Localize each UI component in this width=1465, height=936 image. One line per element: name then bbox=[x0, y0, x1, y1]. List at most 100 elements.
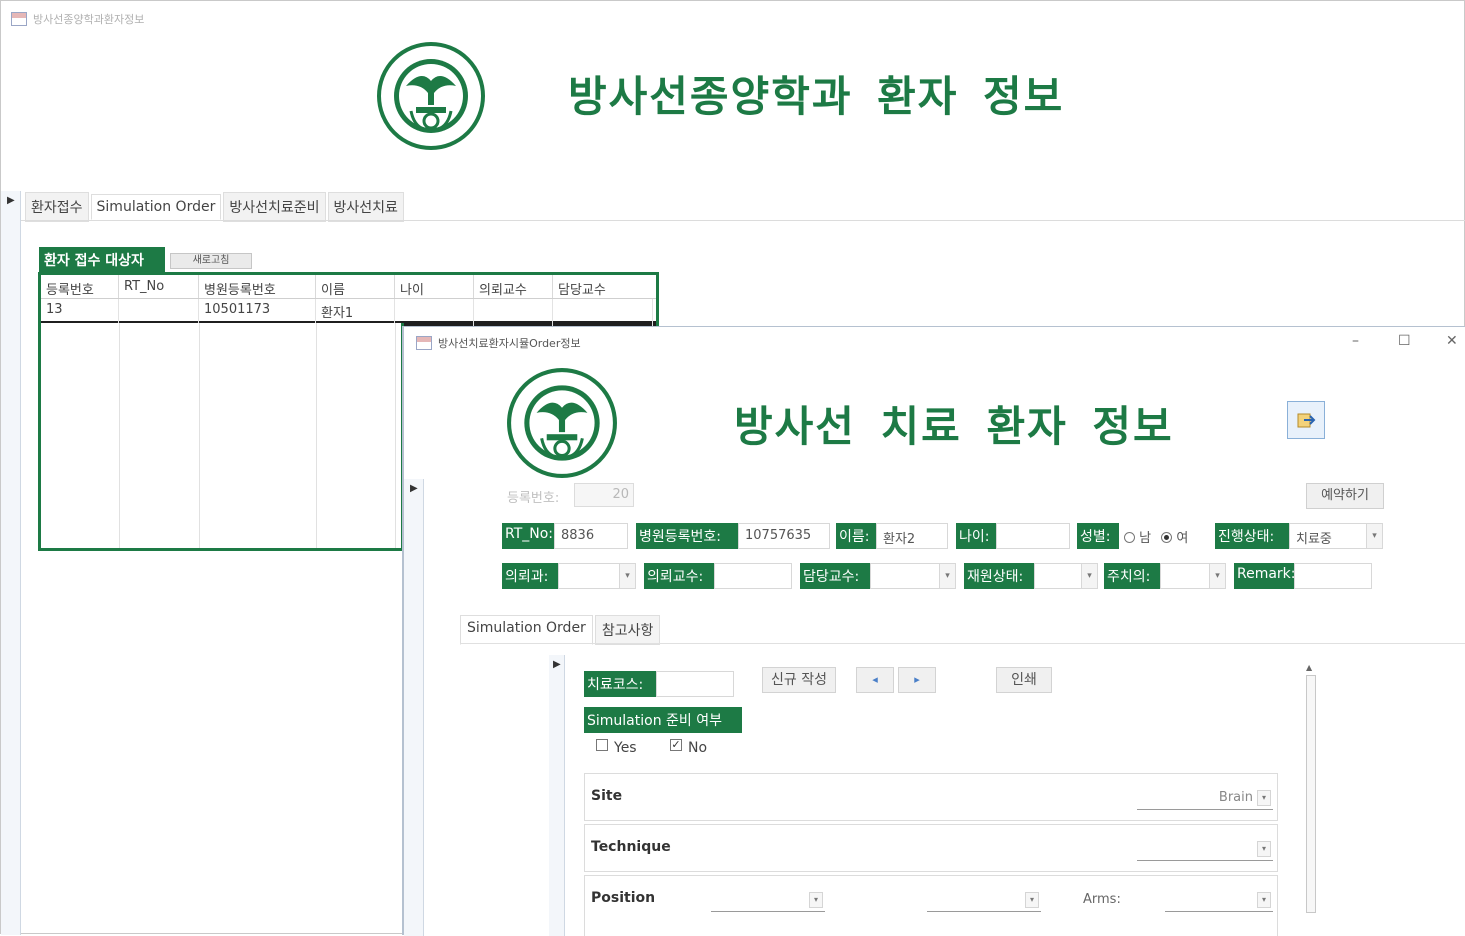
chevron-down-icon[interactable]: ▾ bbox=[939, 564, 955, 588]
table-cell bbox=[395, 299, 474, 321]
export-button[interactable] bbox=[1287, 401, 1325, 439]
chevron-down-icon[interactable]: ▾ bbox=[1257, 841, 1271, 857]
no-checkbox[interactable]: ✓ bbox=[670, 739, 682, 751]
tab-divider bbox=[460, 643, 1465, 644]
order-tabs: Simulation Order 참고사항 bbox=[460, 615, 662, 645]
att-prof-select[interactable]: ▾ bbox=[870, 563, 956, 589]
col-header[interactable]: 의뢰교수 bbox=[474, 275, 553, 298]
refresh-button[interactable]: 새로고침 bbox=[170, 253, 252, 269]
col-header[interactable]: 등록번호 bbox=[41, 275, 119, 298]
position-label: Position bbox=[591, 890, 656, 906]
doctor-label: 주치의: bbox=[1104, 563, 1160, 589]
yes-checkbox[interactable] bbox=[596, 739, 608, 751]
tab-notes[interactable]: 참고사항 bbox=[594, 615, 661, 645]
sex-male-label: 남 bbox=[1139, 531, 1152, 546]
record-selector-strip[interactable]: ▶ bbox=[1, 191, 21, 935]
close-icon[interactable]: ✕ bbox=[1446, 333, 1458, 349]
reserve-button[interactable]: 예약하기 bbox=[1306, 483, 1384, 509]
att-prof-label: 담당교수: bbox=[800, 563, 870, 589]
table-cell bbox=[474, 299, 553, 321]
position-select-2[interactable]: ▾ bbox=[927, 888, 1041, 912]
chevron-down-icon[interactable]: ▾ bbox=[1209, 564, 1225, 588]
col-header[interactable]: 담당교수 bbox=[553, 275, 653, 298]
next-record-icon[interactable]: ▸ bbox=[898, 667, 936, 693]
hospital-logo bbox=[376, 41, 486, 151]
ref-prof-field[interactable] bbox=[714, 563, 792, 589]
hosp-no-label: 병원등록번호: bbox=[636, 523, 738, 549]
table-row[interactable]: 13 10501173 환자1 bbox=[41, 299, 656, 321]
table-cell bbox=[119, 299, 199, 321]
ref-prof-label: 의뢰교수: bbox=[644, 563, 714, 589]
main-tabs: 환자접수 Simulation Order 방사선치료준비 방사선치료 bbox=[25, 192, 406, 222]
status-select[interactable]: 치료중 ▾ bbox=[1289, 523, 1383, 549]
sim-ready-label: Simulation 준비 여부 bbox=[584, 707, 742, 733]
arms-select[interactable]: ▾ bbox=[1165, 888, 1273, 912]
technique-row: Technique ▾ bbox=[584, 824, 1278, 872]
col-header[interactable]: RT_No bbox=[119, 275, 199, 298]
record-pointer-icon: ▶ bbox=[553, 659, 561, 670]
technique-select[interactable]: ▾ bbox=[1137, 837, 1273, 861]
doctor-select[interactable]: ▾ bbox=[1160, 563, 1226, 589]
tab-simulation-order[interactable]: Simulation Order bbox=[460, 615, 593, 645]
main-title: 방사선종양학과 환자 정보 bbox=[568, 72, 1065, 121]
chevron-down-icon[interactable]: ▾ bbox=[1366, 524, 1382, 548]
arms-label: Arms: bbox=[1083, 892, 1121, 907]
export-icon bbox=[1297, 413, 1316, 428]
yes-label: Yes bbox=[614, 740, 637, 756]
access-form-icon bbox=[416, 336, 432, 350]
vertical-scrollbar[interactable]: ▲ bbox=[1304, 663, 1316, 921]
minimize-icon[interactable]: – bbox=[1352, 333, 1359, 349]
col-header[interactable]: 이름 bbox=[316, 275, 395, 298]
no-label: No bbox=[688, 740, 708, 756]
print-button[interactable]: 인쇄 bbox=[996, 667, 1052, 693]
chevron-down-icon[interactable]: ▾ bbox=[1257, 892, 1271, 908]
reg-no-field[interactable]: 20 bbox=[574, 483, 634, 507]
new-order-button[interactable]: 신규 작성 bbox=[762, 667, 836, 693]
record-selector-strip[interactable]: ▶ bbox=[404, 479, 424, 936]
popup-title: 방사선치료환자시뮬Order정보 bbox=[438, 337, 581, 350]
scroll-up-icon[interactable]: ▲ bbox=[1306, 663, 1312, 672]
tab-divider bbox=[21, 220, 1465, 221]
course-field[interactable] bbox=[656, 671, 734, 697]
chevron-down-icon[interactable]: ▾ bbox=[809, 892, 823, 908]
maximize-icon[interactable]: ☐ bbox=[1398, 333, 1411, 349]
age-label: 나이: bbox=[956, 523, 996, 549]
col-header[interactable]: 나이 bbox=[395, 275, 474, 298]
chevron-down-icon[interactable]: ▾ bbox=[619, 564, 635, 588]
tab-reception[interactable]: 환자접수 bbox=[25, 192, 89, 222]
chevron-down-icon[interactable]: ▾ bbox=[1257, 790, 1271, 806]
age-field[interactable] bbox=[996, 523, 1070, 549]
chevron-down-icon[interactable]: ▾ bbox=[1081, 564, 1097, 588]
hosp-no-field[interactable]: 10757635 bbox=[738, 523, 830, 549]
dept-select[interactable]: ▾ bbox=[558, 563, 636, 589]
scroll-thumb[interactable] bbox=[1306, 675, 1316, 913]
sex-male-radio[interactable] bbox=[1124, 532, 1135, 543]
table-cell: 환자1 bbox=[316, 299, 395, 321]
site-select[interactable]: Brain ▾ bbox=[1137, 786, 1273, 810]
sex-female-radio[interactable] bbox=[1161, 532, 1173, 543]
tab-simulation-order[interactable]: Simulation Order bbox=[90, 194, 222, 220]
record-selector-strip[interactable]: ▶ bbox=[549, 655, 565, 936]
tab-rt[interactable]: 방사선치료 bbox=[327, 192, 404, 222]
rt-no-field[interactable]: 8836 bbox=[554, 523, 628, 549]
sex-label: 성별: bbox=[1077, 523, 1119, 549]
table-cell: 13 bbox=[41, 299, 119, 321]
prev-record-icon[interactable]: ◂ bbox=[856, 667, 894, 693]
sex-radio-group: 남 여 bbox=[1124, 527, 1188, 546]
app-window: 방사선종양학과환자정보 방사선종양학과 환자 정보 ▶ 환자접수 Simulat… bbox=[0, 0, 1465, 936]
status-value: 치료중 bbox=[1296, 532, 1332, 547]
col-header[interactable]: 병원등록번호 bbox=[199, 275, 316, 298]
popup-title-bar: 방사선치료환자시뮬Order정보 bbox=[416, 335, 581, 351]
record-pointer-icon: ▶ bbox=[7, 195, 15, 206]
record-pointer-icon: ▶ bbox=[410, 483, 418, 494]
tab-rt-prep[interactable]: 방사선치료준비 bbox=[223, 192, 326, 222]
position-select-1[interactable]: ▾ bbox=[711, 888, 825, 912]
table-cell bbox=[553, 299, 653, 321]
name-field[interactable]: 환자2 bbox=[876, 523, 948, 549]
admit-select[interactable]: ▾ bbox=[1034, 563, 1098, 589]
remark-field[interactable] bbox=[1294, 563, 1372, 589]
site-value: Brain bbox=[1218, 790, 1253, 805]
course-label: 치료코스: bbox=[584, 671, 656, 697]
hospital-logo bbox=[506, 367, 618, 479]
chevron-down-icon[interactable]: ▾ bbox=[1025, 892, 1039, 908]
